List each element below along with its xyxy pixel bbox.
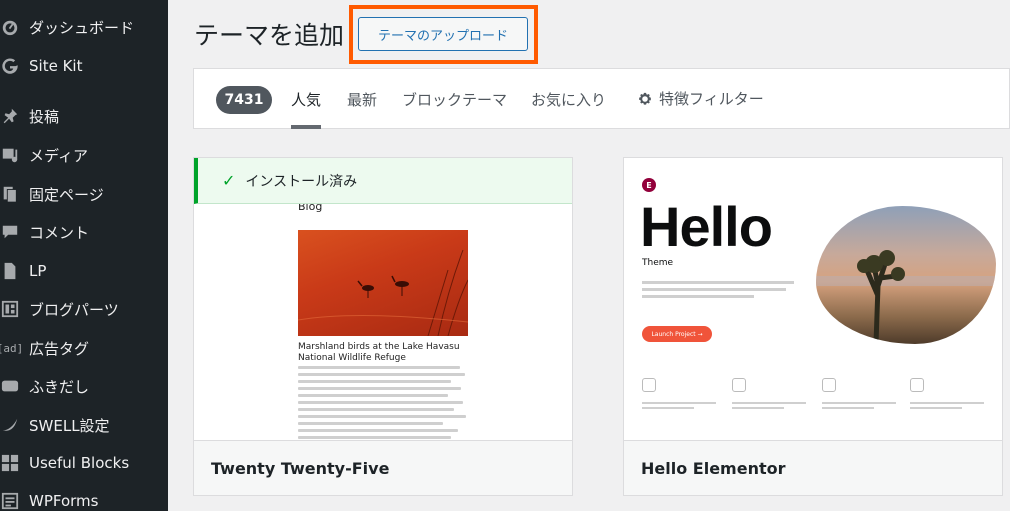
preview-feature [822, 378, 896, 412]
comment-icon [0, 222, 20, 242]
sidebar-item-posts[interactable]: 投稿 [0, 99, 168, 133]
google-g-icon [0, 56, 20, 76]
preview-feature [910, 378, 984, 412]
preview-body-text [642, 281, 802, 302]
sidebar-item-label: ダッシュボード [29, 18, 135, 37]
sidebar-item-dashboard[interactable]: ダッシュボード [0, 10, 168, 44]
checkmark-icon: ✓ [222, 171, 236, 190]
admin-sidebar: ダッシュボード Site Kit 投稿 メディア 固定ページ コメント LP ブ… [0, 0, 168, 511]
theme-card-footer: Hello Elementor [624, 440, 1002, 495]
tab-popular[interactable]: 人気 [291, 89, 321, 110]
sidebar-item-label: コメント [29, 223, 90, 242]
page-title: テーマを追加 [194, 21, 345, 50]
theme-name: Twenty Twenty-Five [211, 458, 390, 478]
feature-filter-label: 特徴フィルター [659, 90, 764, 108]
upload-theme-button[interactable]: テーマのアップロード [358, 17, 528, 51]
theme-card-twenty-twenty-five[interactable]: ✓ インストール済み Blog Marshland birds at the L… [193, 157, 573, 496]
gear-icon [639, 92, 651, 105]
speech-bubble-icon [0, 376, 20, 396]
preview-launch-button: Launch Project → [642, 326, 712, 342]
sidebar-item-label: WPForms [29, 492, 99, 510]
sidebar-item-label: 固定ページ [29, 185, 104, 204]
dashboard-icon [0, 17, 20, 37]
pin-icon [0, 106, 20, 126]
pages-icon [0, 184, 20, 204]
sidebar-item-swell-settings[interactable]: SWELL設定 [0, 408, 168, 442]
tab-latest[interactable]: 最新 [347, 89, 377, 110]
sidebar-item-label: ふきだし [29, 377, 90, 396]
form-icon [0, 491, 20, 511]
sidebar-item-label: ブログパーツ [29, 300, 119, 319]
tab-block-themes[interactable]: ブロックテーマ [402, 89, 507, 110]
grid-icon [0, 453, 20, 473]
sidebar-item-label: 投稿 [29, 107, 60, 126]
ad-tag-icon: [ad] [0, 341, 24, 355]
preview-headline: Hello [640, 195, 773, 258]
sidebar-item-wpforms[interactable]: WPForms [0, 484, 168, 511]
sidebar-item-fukidashi[interactable]: ふきだし [0, 369, 168, 403]
theme-card-hello-elementor[interactable]: E Hello Theme Launch Project → Hello Ele… [623, 157, 1003, 496]
sidebar-item-label: LP [29, 262, 47, 280]
theme-card-footer: Twenty Twenty-Five [194, 440, 572, 495]
layout-icon [0, 299, 20, 319]
sidebar-item-label: Site Kit [29, 57, 83, 75]
theme-filter-bar: 7431 人気 最新 ブロックテーマ お気に入り 特徴フィルター [193, 68, 1010, 129]
sidebar-item-comments[interactable]: コメント [0, 215, 168, 249]
sidebar-item-label: SWELL設定 [29, 416, 110, 435]
installed-label: インストール済み [245, 173, 358, 190]
theme-count-badge: 7431 [216, 86, 272, 114]
preview-body-text [298, 366, 468, 442]
tab-favorites[interactable]: お気に入り [531, 89, 606, 110]
installed-notice: ✓ インストール済み [194, 158, 572, 204]
preview-subhead: Theme [642, 258, 674, 268]
media-icon [0, 145, 20, 165]
sidebar-item-site-kit[interactable]: Site Kit [0, 49, 168, 83]
preview-feature [642, 378, 716, 412]
sidebar-item-ad-tags[interactable]: [ad] 広告タグ [0, 331, 168, 365]
sidebar-item-label: 広告タグ [29, 339, 90, 358]
document-icon [0, 261, 20, 281]
elementor-logo-icon: E [642, 178, 656, 192]
active-tab-underline [291, 125, 321, 129]
sidebar-item-media[interactable]: メディア [0, 138, 168, 172]
sidebar-item-blog-parts[interactable]: ブログパーツ [0, 292, 168, 326]
preview-image-birds [298, 230, 468, 336]
sidebar-item-pages[interactable]: 固定ページ [0, 177, 168, 211]
preview-feature [732, 378, 806, 412]
swell-icon [0, 415, 20, 435]
sidebar-item-label: メディア [29, 146, 88, 165]
theme-screenshot[interactable]: ✓ インストール済み Blog Marshland birds at the L… [194, 158, 572, 442]
theme-screenshot[interactable]: E Hello Theme Launch Project → [624, 158, 1002, 442]
sidebar-item-useful-blocks[interactable]: Useful Blocks [0, 446, 168, 480]
feature-filter-button[interactable]: 特徴フィルター [637, 88, 764, 109]
preview-caption: Marshland birds at the Lake Havasu Natio… [298, 342, 460, 363]
preview-cactus-image [816, 206, 996, 344]
sidebar-item-label: Useful Blocks [29, 454, 130, 472]
sidebar-item-lp[interactable]: LP [0, 254, 168, 288]
theme-name: Hello Elementor [641, 458, 786, 478]
